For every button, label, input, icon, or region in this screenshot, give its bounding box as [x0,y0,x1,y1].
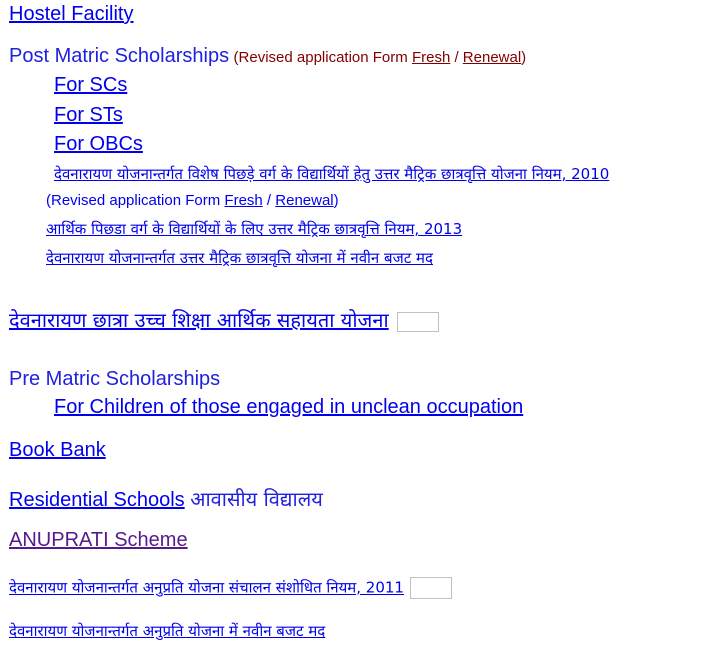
note-suffix: ) [521,49,527,66]
anuprati-budget-row: देवनारायण योजनान्तर्गत अनुप्रति योजना मे… [9,621,325,641]
post-matric-heading: Post Matric Scholarships [9,45,230,67]
note-prefix: (Revised application Form [233,49,412,66]
anuprati-rules-link[interactable]: देवनारायण योजनान्तर्गत अनुप्रति योजना सं… [9,579,404,597]
note-sep: / [450,49,463,66]
for-obcs-row: For OBCs [54,133,143,156]
anuprati-rules-row: देवनारायण योजनान्तर्गत अनुप्रति योजना सं… [9,577,452,599]
renewal-form-link[interactable]: Renewal [463,49,521,66]
book-bank-link[interactable]: Book Bank [9,439,106,461]
unclean-occupation-link[interactable]: For Children of those engaged in unclean… [54,396,523,418]
unclean-occupation-row: For Children of those engaged in unclean… [54,396,523,419]
anuprati-budget-link[interactable]: देवनारायण योजनान्तर्गत अनुप्रति योजना मे… [9,622,325,640]
ews-post-matric-rules-link[interactable]: आर्थिक पिछडा वर्ग के विद्यार्थियों के लि… [46,220,462,238]
anuprati-row: ANUPRATI Scheme [9,529,188,552]
fresh-form-link[interactable]: Fresh [412,49,450,66]
devnarayan-post-matric-budget-link[interactable]: देवनारायण योजनान्तर्गत उत्तर मैट्रिक छात… [46,249,433,267]
renewal-form-link-2[interactable]: Renewal [275,192,333,209]
for-scs-row: For SCs [54,74,127,97]
new-badge-image-icon [396,311,439,332]
devnarayan-girls-higher-education-link[interactable]: देवनारायण छात्रा उच्च शिक्षा आर्थिक सहाय… [9,308,389,332]
note2-suffix: ) [333,192,339,209]
note2-sep: / [262,192,276,209]
hostel-facility-link[interactable]: Hostel Facility [9,3,133,25]
devnarayan-budget-row: देवनारायण योजनान्तर्गत उत्तर मैट्रिक छात… [46,248,433,268]
fresh-form-link-2[interactable]: Fresh [224,192,262,209]
ews-rules-row: आर्थिक पिछडा वर्ग के विद्यार्थियों के लि… [46,219,462,239]
hostel-row: Hostel Facility [9,3,133,26]
for-scs-link[interactable]: For SCs [54,74,127,96]
anuprati-scheme-link[interactable]: ANUPRATI Scheme [9,529,188,551]
devnarayan-special-row: देवनारायण योजनान्तर्गत विशेष पिछड़े वर्ग… [54,164,609,184]
new-badge-image-icon [409,577,452,599]
note2-prefix: (Revised application Form [46,192,225,209]
devnarayan-girls-row: देवनारायण छात्रा उच्च शिक्षा आर्थिक सहाय… [9,306,439,333]
for-sts-row: For STs [54,104,123,127]
revised-form-note-2: (Revised application Form Fresh / Renewa… [46,192,339,209]
revised-form-note: (Revised application Form Fresh / Renewa… [234,49,527,66]
book-bank-row: Book Bank [9,439,106,462]
residential-row: Residential Schools आवासीय विद्यालय [9,485,323,512]
devnarayan-special-backward-link[interactable]: देवनारायण योजनान्तर्गत विशेष पिछड़े वर्ग… [54,165,609,183]
post-matric-row: Post Matric Scholarships (Revised applic… [9,45,526,68]
residential-hindi-label: आवासीय विद्यालय [190,487,323,511]
residential-schools-link[interactable]: Residential Schools [9,489,185,511]
pre-matric-heading: Pre Matric Scholarships [9,368,221,390]
for-obcs-link[interactable]: For OBCs [54,133,143,155]
for-sts-link[interactable]: For STs [54,104,123,126]
